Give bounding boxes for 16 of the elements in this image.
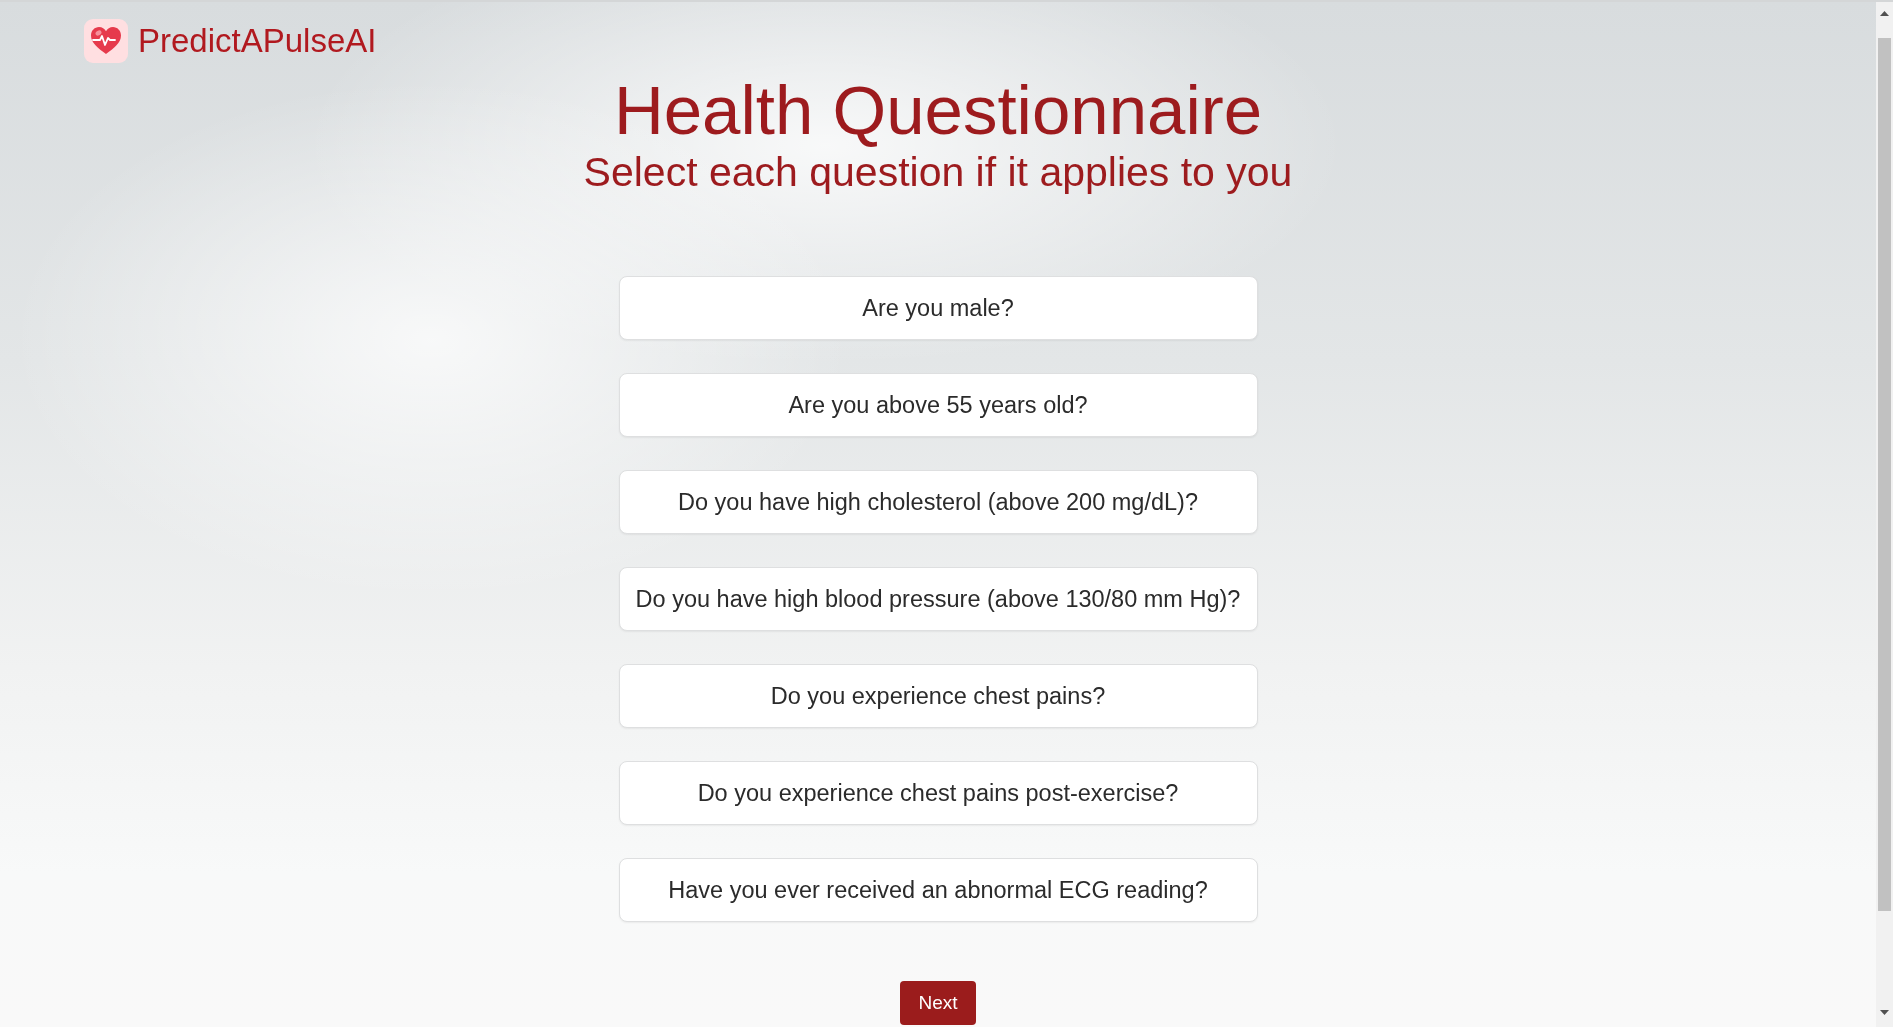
question-button[interactable]: Are you male?	[618, 276, 1258, 340]
question-button[interactable]: Do you experience chest pains?	[618, 664, 1258, 728]
page-subtitle: Select each question if it applies to you	[583, 149, 1293, 195]
question-button[interactable]: Are you above 55 years old?	[618, 373, 1258, 437]
scrollbar[interactable]	[1876, 2, 1893, 1027]
next-button[interactable]: Next	[900, 981, 976, 1025]
heart-pulse-logo-icon	[84, 19, 128, 63]
question-button[interactable]: Do you have high cholesterol (above 200 mg/dL)?	[618, 470, 1258, 534]
scroll-up-arrow-icon[interactable]	[1880, 11, 1889, 16]
page-title: Health Questionnaire	[613, 75, 1263, 147]
question-button[interactable]: Have you ever received an abnormal ECG reading?	[618, 858, 1258, 922]
question-button[interactable]: Do you experience chest pains post-exercise?	[618, 761, 1258, 825]
scrollbar-thumb[interactable]	[1878, 38, 1891, 911]
question-button[interactable]: Do you have high blood pressure (above 130/80 mm Hg)?	[618, 567, 1258, 631]
brand-name: PredictAPulseAI	[138, 21, 377, 61]
scroll-down-arrow-icon[interactable]	[1880, 1010, 1889, 1015]
